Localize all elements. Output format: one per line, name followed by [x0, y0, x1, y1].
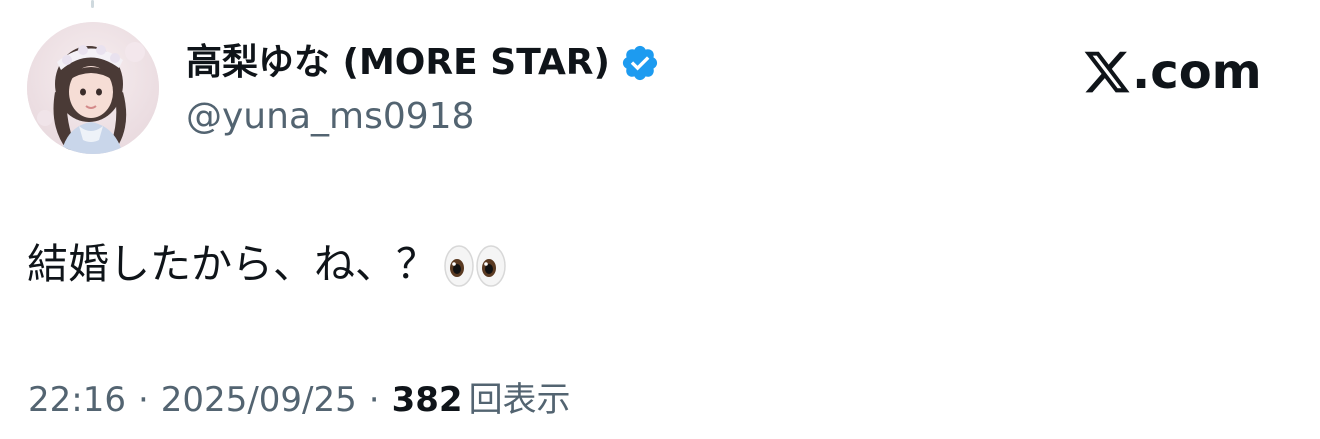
x-logo-icon	[1082, 47, 1132, 97]
tweet-body: 結婚したから、ね、？	[27, 232, 507, 296]
eyes-emoji-icon	[443, 242, 507, 287]
verified-badge-icon	[620, 43, 660, 83]
meta-separator: ·	[368, 380, 380, 420]
profile-photo	[27, 22, 159, 154]
brand-domain-suffix: .com	[1132, 44, 1262, 100]
tweet-text: 結婚したから、ね、？	[27, 240, 437, 288]
avatar[interactable]	[27, 22, 159, 154]
author-handle[interactable]: @yuna_ms0918	[186, 93, 474, 141]
author-name-row[interactable]: 高梨ゆな (MORE STAR)	[186, 38, 660, 88]
meta-separator: ·	[137, 380, 149, 420]
brand-watermark: .com	[1082, 40, 1262, 104]
view-count[interactable]: 382	[392, 376, 463, 424]
thread-connector-line	[91, 0, 94, 8]
tweet-time[interactable]: 22:16	[28, 376, 126, 424]
tweet-date[interactable]: 2025/09/25	[161, 376, 357, 424]
tweet-meta: 22:16 · 2025/09/25 · 382 回表示	[28, 376, 571, 424]
view-count-label: 回表示	[468, 380, 571, 420]
author-display-name[interactable]: 高梨ゆな (MORE STAR)	[186, 38, 610, 88]
